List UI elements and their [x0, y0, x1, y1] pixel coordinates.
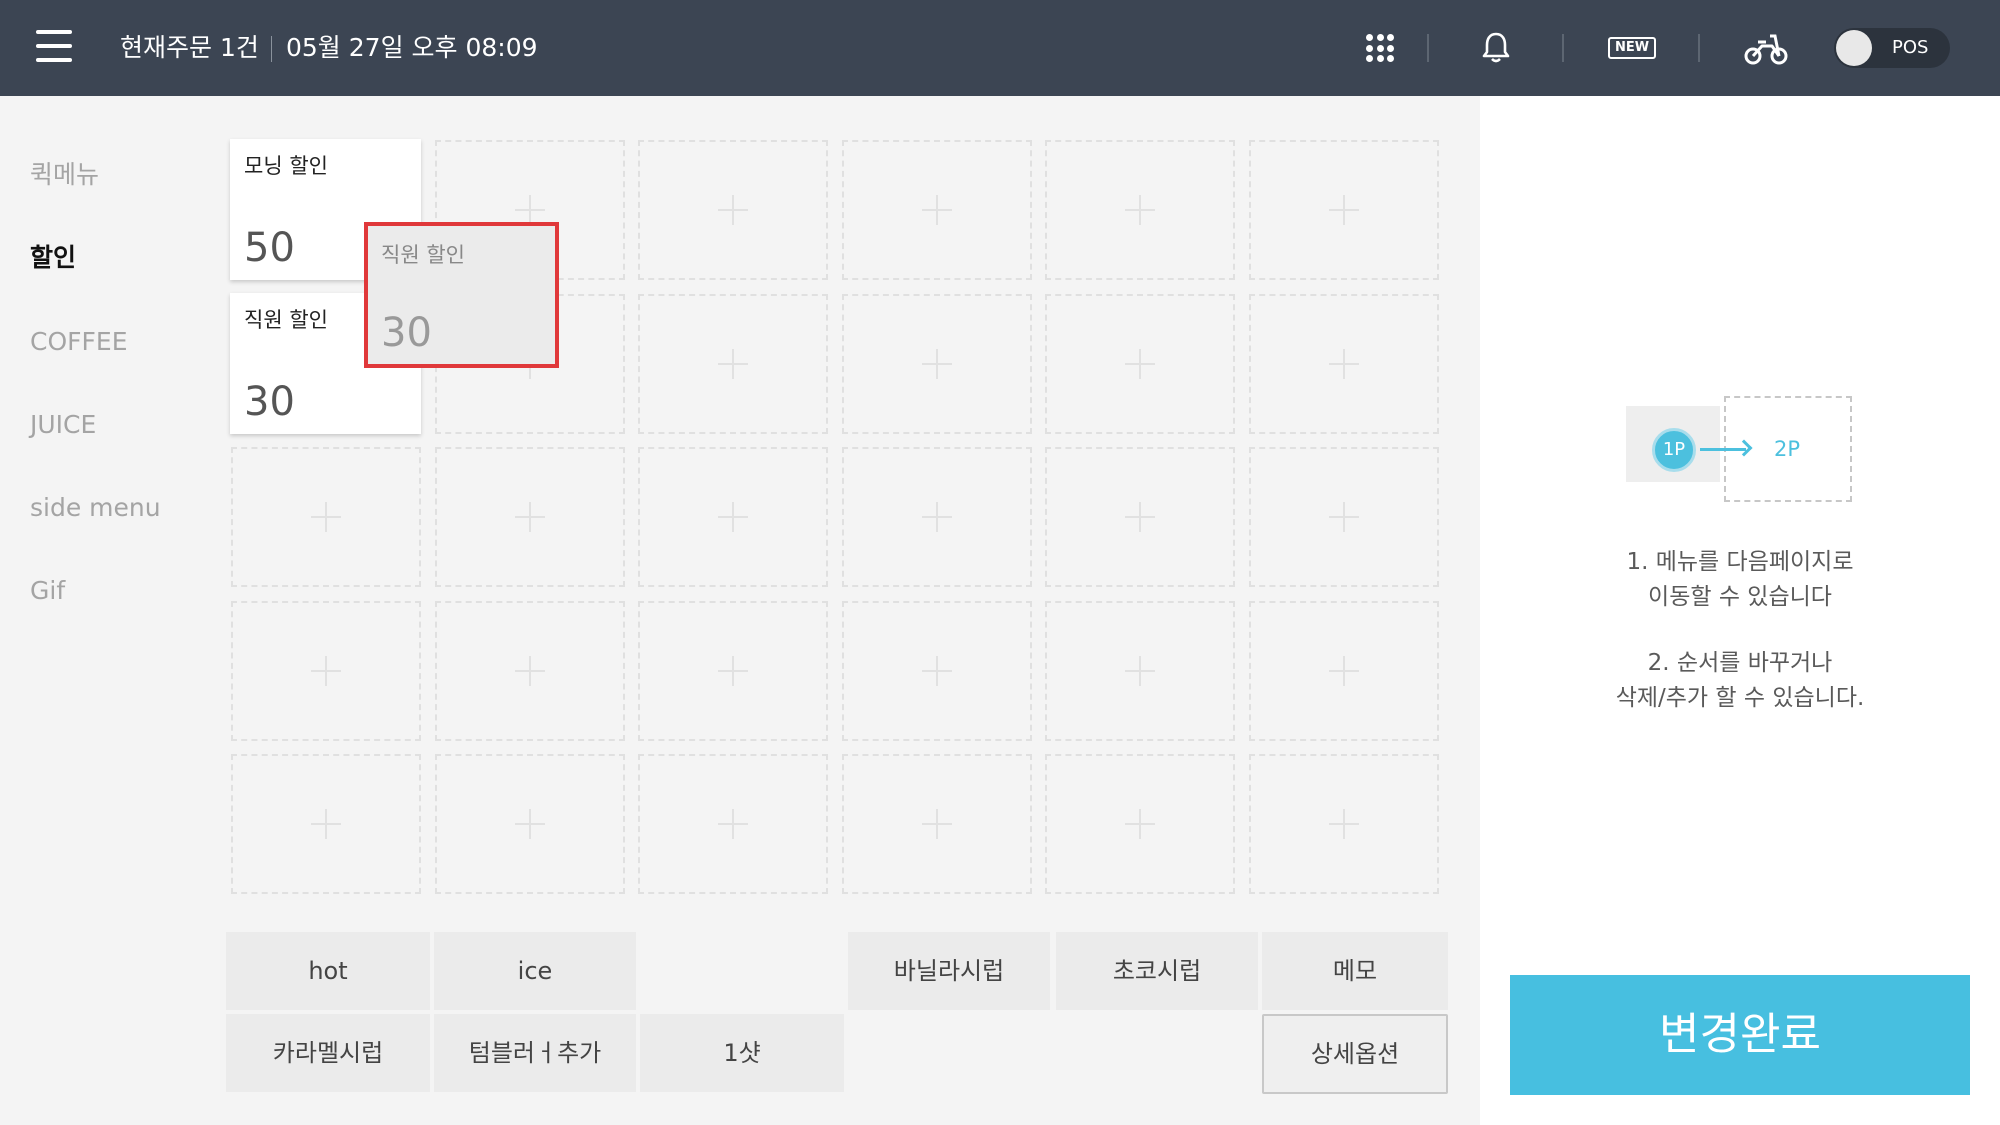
option-tumbler-button[interactable]: 텀블러ㅓ추가 — [434, 1014, 636, 1092]
option-caramel-syrup-button[interactable]: 카라멜시럽 — [226, 1014, 430, 1092]
plus-icon — [1125, 195, 1155, 225]
header-divider — [1562, 34, 1564, 62]
empty-slot[interactable] — [842, 140, 1032, 280]
page-2-label: 2P — [1774, 437, 1801, 461]
empty-slot[interactable] — [842, 601, 1032, 741]
empty-slot[interactable] — [231, 754, 421, 894]
page-move-illustration: 1P 2P — [1626, 396, 1852, 504]
empty-slot[interactable] — [231, 447, 421, 587]
category-discount[interactable]: 할인 — [30, 241, 76, 275]
header-divider — [1698, 34, 1700, 62]
category-gif[interactable]: Gif — [30, 574, 65, 608]
plus-icon — [1329, 656, 1359, 686]
pos-label: POS — [1892, 37, 1929, 58]
plus-icon — [515, 809, 545, 839]
top-header: 현재주문 1건 05월 27일 오후 08:09 NEW POS — [0, 0, 2000, 96]
new-icon[interactable]: NEW — [1608, 37, 1656, 59]
empty-slot[interactable] — [638, 601, 828, 741]
empty-slot[interactable] — [1249, 447, 1439, 587]
empty-slot[interactable] — [1045, 601, 1235, 741]
plus-icon — [922, 809, 952, 839]
tile-name: 직원 할인 — [381, 243, 465, 267]
menu-icon[interactable] — [36, 30, 72, 64]
help-text-line-1: 1. 메뉴를 다음페이지로 — [1626, 549, 1854, 575]
empty-slot[interactable] — [231, 601, 421, 741]
plus-icon — [1125, 349, 1155, 379]
apps-grid-icon[interactable] — [1366, 34, 1394, 62]
header-datetime: 05월 27일 오후 08:09 — [286, 33, 538, 62]
toggle-knob — [1836, 30, 1872, 66]
plus-icon — [718, 809, 748, 839]
empty-slot[interactable] — [638, 447, 828, 587]
empty-slot[interactable] — [1249, 140, 1439, 280]
option-ice-button[interactable]: ice — [434, 932, 636, 1010]
header-divider — [1427, 34, 1429, 62]
plus-icon — [311, 656, 341, 686]
tile-name: 모닝 할인 — [244, 154, 328, 178]
empty-slot[interactable] — [842, 294, 1032, 434]
plus-icon — [922, 656, 952, 686]
tile-value: 50 — [244, 225, 295, 271]
plus-icon — [718, 656, 748, 686]
plus-icon — [718, 502, 748, 532]
plus-icon — [1329, 809, 1359, 839]
plus-icon — [1329, 349, 1359, 379]
dragging-tile[interactable]: 직원 할인 30 — [364, 222, 559, 368]
empty-slot[interactable] — [1045, 447, 1235, 587]
plus-icon — [1125, 809, 1155, 839]
plus-icon — [718, 349, 748, 379]
page-1-badge: 1P — [1652, 428, 1696, 472]
category-juice[interactable]: JUICE — [30, 408, 96, 442]
plus-icon — [515, 656, 545, 686]
plus-icon — [922, 195, 952, 225]
done-button[interactable]: 변경완료 — [1510, 975, 1970, 1095]
category-coffee[interactable]: COFFEE — [30, 325, 128, 359]
empty-slot[interactable] — [1249, 294, 1439, 434]
option-memo-button[interactable]: 메모 — [1262, 932, 1448, 1010]
empty-slot[interactable] — [435, 447, 625, 587]
empty-slot[interactable] — [1045, 294, 1235, 434]
plus-icon — [311, 809, 341, 839]
plus-icon — [1125, 656, 1155, 686]
plus-icon — [1329, 195, 1359, 225]
help-text-line-4: 삭제/추가 할 수 있습니다. — [1615, 685, 1865, 711]
empty-slot[interactable] — [638, 754, 828, 894]
tile-value: 30 — [244, 379, 295, 425]
plus-icon — [311, 502, 341, 532]
plus-icon — [922, 502, 952, 532]
category-side-menu[interactable]: side menu — [30, 491, 161, 525]
plus-icon — [1329, 502, 1359, 532]
help-text-line-2: 이동할 수 있습니다 — [1648, 584, 1832, 610]
motorcycle-delivery-icon[interactable] — [1744, 30, 1788, 66]
empty-slot[interactable] — [1249, 601, 1439, 741]
empty-slot[interactable] — [842, 447, 1032, 587]
bell-icon[interactable] — [1480, 30, 1512, 64]
category-quick-menu[interactable]: 퀵메뉴 — [30, 158, 99, 192]
option-choco-syrup-button[interactable]: 초코시럽 — [1056, 932, 1258, 1010]
tile-value: 30 — [381, 310, 432, 356]
plus-icon — [922, 349, 952, 379]
empty-slot[interactable] — [842, 754, 1032, 894]
help-text-line-3: 2. 순서를 바꾸거나 — [1647, 650, 1833, 676]
plus-icon — [718, 195, 748, 225]
detail-options-button[interactable]: 상세옵션 — [1262, 1014, 1448, 1094]
empty-slot[interactable] — [1045, 754, 1235, 894]
plus-icon — [1125, 502, 1155, 532]
plus-icon — [515, 502, 545, 532]
empty-slot[interactable] — [1249, 754, 1439, 894]
option-one-shot-button[interactable]: 1샷 — [640, 1014, 844, 1092]
tile-name: 직원 할인 — [244, 308, 328, 332]
plus-icon — [515, 195, 545, 225]
empty-slot[interactable] — [1045, 140, 1235, 280]
order-status[interactable]: 현재주문 1건 — [120, 30, 259, 66]
empty-slot[interactable] — [638, 140, 828, 280]
option-hot-button[interactable]: hot — [226, 932, 430, 1010]
empty-slot[interactable] — [435, 601, 625, 741]
header-divider — [271, 36, 272, 62]
empty-slot[interactable] — [435, 754, 625, 894]
empty-slot[interactable] — [638, 294, 828, 434]
option-vanilla-syrup-button[interactable]: 바닐라시럽 — [848, 932, 1050, 1010]
pos-toggle[interactable]: POS — [1834, 28, 1950, 68]
